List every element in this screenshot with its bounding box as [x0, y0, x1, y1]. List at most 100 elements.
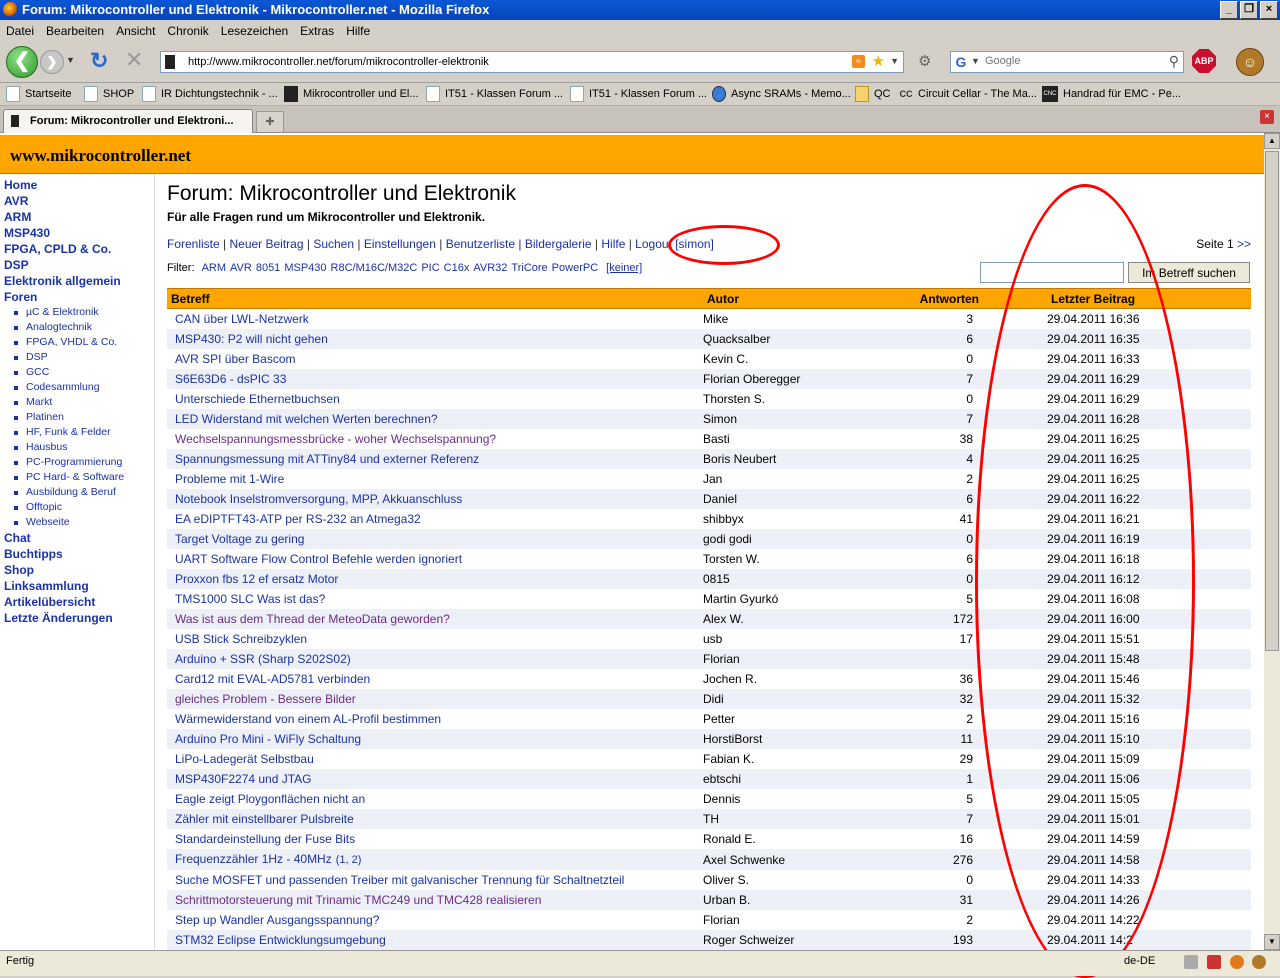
sidebar-item[interactable]: Artikelübersicht	[4, 595, 95, 609]
search-icon[interactable]: ⚲	[1169, 53, 1179, 70]
filter-link[interactable]: AVR	[230, 262, 252, 274]
thread-link[interactable]: Was ist aus dem Thread der MeteoData gew…	[175, 612, 450, 626]
thread-link[interactable]: Frequenzzähler 1Hz - 40MHz	[175, 852, 332, 866]
forum-nav-link[interactable]: Hilfe	[601, 237, 625, 251]
thread-link[interactable]: CAN über LWL-Netzwerk	[175, 312, 309, 326]
back-icon[interactable]: ❮	[6, 46, 38, 78]
filter-link[interactable]: TriCore	[511, 262, 547, 274]
stop-icon[interactable]: ✕	[125, 49, 143, 71]
bookmark-circuit-cellar[interactable]: CC Circuit Cellar - The Ma...	[899, 83, 1038, 105]
menu-bearbeiten[interactable]: Bearbeiten	[40, 21, 110, 41]
thread-link[interactable]: Notebook Inselstromversorgung, MPP, Akku…	[175, 492, 462, 506]
thread-link[interactable]: gleiches Problem - Bessere Bilder	[175, 692, 356, 706]
firefox-status-icon[interactable]	[1230, 955, 1244, 969]
web-search-box[interactable]: G ▼ ⚲	[950, 51, 1184, 73]
forward-icon[interactable]: ❯	[40, 50, 64, 74]
sidebar-item[interactable]: AVR	[4, 194, 28, 208]
thread-link[interactable]: LiPo-Ladegerät Selbstbau	[175, 752, 314, 766]
sidebar-forum-item[interactable]: FPGA, VHDL & Co.	[26, 336, 117, 348]
sidebar-forum-item[interactable]: µC & Elektronik	[26, 306, 99, 318]
sidebar-forum-item[interactable]: Platinen	[26, 411, 64, 423]
filter-link[interactable]: AVR32	[473, 262, 507, 274]
sidebar-forum-item[interactable]: PC-Programmierung	[26, 456, 122, 468]
bookmark-star-icon[interactable]: ★	[872, 52, 885, 71]
forum-nav-link[interactable]: Suchen	[313, 237, 354, 251]
thread-link[interactable]: UART Software Flow Control Befehle werde…	[175, 552, 462, 566]
sidebar-item[interactable]: Buchtipps	[4, 547, 63, 561]
filter-none-link[interactable]: [keiner]	[606, 262, 642, 274]
new-tab-button[interactable]: ✚	[256, 111, 284, 132]
filter-link[interactable]: 8051	[256, 262, 280, 274]
thread-link[interactable]: Step up Wandler Ausgangsspannung?	[175, 913, 379, 927]
vertical-scrollbar[interactable]: ▲ ▼	[1264, 133, 1280, 950]
menu-extras[interactable]: Extras	[294, 21, 340, 41]
thread-link[interactable]: EA eDIPTFT43-ATP per RS-232 an Atmega32	[175, 512, 421, 526]
bookmark-ir-dichtungstechnik[interactable]: IR Dichtungstechnik - ...	[142, 83, 278, 105]
thread-link[interactable]: Wärmewiderstand von einem AL-Profil best…	[175, 712, 441, 726]
thread-link[interactable]: Unterschiede Ethernetbuchsen	[175, 392, 340, 406]
column-autor[interactable]: Autor	[703, 288, 903, 309]
thread-link[interactable]: LED Widerstand mit welchen Werten berech…	[175, 412, 438, 426]
forum-nav-link[interactable]: Bildergalerie	[525, 237, 592, 251]
close-tab-icon[interactable]: ×	[1260, 110, 1274, 124]
thread-link[interactable]: Target Voltage zu gering	[175, 532, 304, 546]
bookmark-it51-forum-2[interactable]: IT51 - Klassen Forum ...	[570, 83, 707, 105]
forum-nav-link[interactable]: Neuer Beitrag	[229, 237, 303, 251]
thread-link[interactable]: Standardeinstellung der Fuse Bits	[175, 832, 355, 846]
google-icon[interactable]: G	[953, 54, 969, 70]
language-indicator[interactable]: de-DE	[1124, 955, 1155, 967]
bookmark-startseite[interactable]: Startseite	[6, 83, 71, 105]
thread-link[interactable]: Eagle zeigt Ploygonflächen nicht an	[175, 792, 365, 806]
greasemonkey-icon[interactable]: ☺	[1236, 48, 1264, 76]
scroll-up-icon[interactable]: ▲	[1264, 133, 1280, 149]
security-status-icon[interactable]	[1207, 955, 1221, 969]
sidebar-forum-item[interactable]: Codesammlung	[26, 381, 100, 393]
sidebar-forum-item[interactable]: GCC	[26, 366, 49, 378]
column-betreff[interactable]: Betreff	[167, 288, 703, 309]
thread-link[interactable]: Suche MOSFET und passenden Treiber mit g…	[175, 873, 624, 887]
sidebar-forum-item[interactable]: Hausbus	[26, 441, 67, 453]
minimize-button[interactable]: _	[1220, 1, 1238, 19]
forum-nav-link[interactable]: Einstellungen	[364, 237, 436, 251]
thread-link[interactable]: Schrittmotorsteuerung mit Trinamic TMC24…	[175, 893, 541, 907]
thread-link[interactable]: MSP430: P2 will nicht gehen	[175, 332, 328, 346]
sidebar-item[interactable]: Elektronik allgemein	[4, 274, 121, 288]
scroll-thumb[interactable]	[1265, 151, 1279, 651]
filter-link[interactable]: R8C/M16C/M32C	[331, 262, 418, 274]
sidebar-item[interactable]: MSP430	[4, 226, 50, 240]
filter-link[interactable]: ARM	[202, 262, 226, 274]
bookmark-mikrocontroller[interactable]: Mikrocontroller und El...	[284, 83, 419, 105]
thread-link[interactable]: S6E63D6 - dsPIC 33	[175, 372, 286, 386]
filter-link[interactable]: MSP430	[284, 262, 326, 274]
thread-link[interactable]: Zähler mit einstellbarer Pulsbreite	[175, 812, 354, 826]
history-dropdown-icon[interactable]: ▼	[66, 55, 75, 65]
maximize-button[interactable]: ❐	[1240, 1, 1258, 19]
greasemonkey-status-icon[interactable]	[1252, 955, 1266, 969]
tab-forum[interactable]: Forum: Mikrocontroller und Elektroni...	[3, 109, 253, 133]
thread-link[interactable]: AVR SPI über Bascom	[175, 352, 296, 366]
url-text[interactable]: http://www.mikrocontroller.net/forum/mik…	[188, 52, 489, 72]
thread-link[interactable]: Card12 mit EVAL-AD5781 verbinden	[175, 672, 370, 686]
thread-link[interactable]: Wechselspannungsmessbrücke - woher Wechs…	[175, 432, 496, 446]
menu-lesezeichen[interactable]: Lesezeichen	[215, 21, 294, 41]
sidebar-item[interactable]: Home	[4, 178, 37, 192]
thread-page-links[interactable]: (1, 2)	[336, 854, 362, 866]
next-page-link[interactable]: >>	[1237, 237, 1251, 251]
menu-datei[interactable]: Datei	[0, 21, 40, 41]
scroll-down-icon[interactable]: ▼	[1264, 934, 1280, 950]
sidebar-forum-item[interactable]: Analogtechnik	[26, 321, 92, 333]
bookmark-handrad-emc[interactable]: CNC Handrad für EMC - Pe...	[1042, 83, 1181, 105]
thread-link[interactable]: STM32 Eclipse Entwicklungsumgebung	[175, 933, 386, 947]
sidebar-item[interactable]: Shop	[4, 563, 34, 577]
thread-link[interactable]: Arduino + SSR (Sharp S202S02)	[175, 652, 351, 666]
bookmark-async-srams[interactable]: Async SRAMs - Memo...	[712, 83, 851, 105]
thread-link[interactable]: Spannungsmessung mit ATTiny84 und extern…	[175, 452, 479, 466]
forum-nav-link[interactable]: Forenliste	[167, 237, 220, 251]
url-bar[interactable]: http://www.mikrocontroller.net/forum/mik…	[160, 51, 904, 73]
sidebar-item[interactable]: Linksammlung	[4, 579, 89, 593]
thread-link[interactable]: MSP430F2274 und JTAG	[175, 772, 312, 786]
site-name[interactable]: www.mikrocontroller.net	[10, 146, 191, 166]
forum-nav-link[interactable]: Benutzerliste	[446, 237, 515, 251]
bookmark-it51-forum-1[interactable]: IT51 - Klassen Forum ...	[426, 83, 563, 105]
sidebar-forum-item[interactable]: Offtopic	[26, 501, 62, 513]
